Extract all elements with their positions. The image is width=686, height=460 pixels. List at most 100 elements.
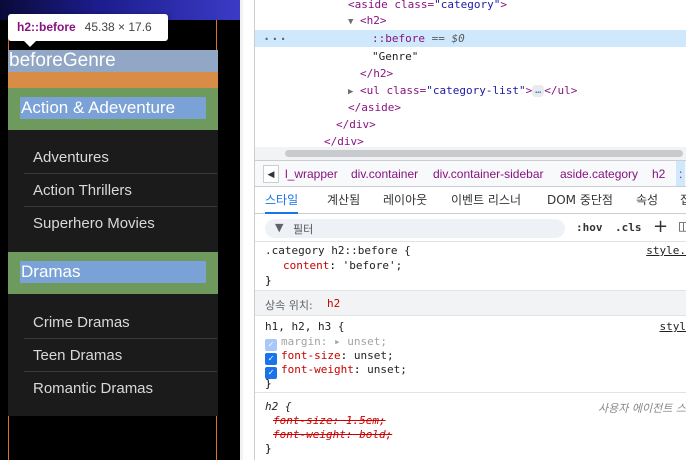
- rule-selector[interactable]: h1, h2, h3 {: [265, 320, 344, 334]
- breadcrumb-item-current[interactable]: :: [676, 161, 686, 186]
- rule-h2-user-agent: h2 { 사용자 에이전트 스 font-size: 1.5em; font-w…: [255, 400, 686, 460]
- chevron-left-icon[interactable]: ◀: [263, 165, 279, 183]
- dom-node-div-close[interactable]: </div>: [324, 133, 364, 147]
- more-options-icon[interactable]: ···: [263, 32, 288, 46]
- list-item[interactable]: Romantic Dramas: [24, 372, 217, 405]
- filter-icon: ▼: [275, 221, 284, 234]
- divider: [255, 392, 686, 393]
- category-heading-action[interactable]: Action & Adeventure: [8, 88, 218, 130]
- declaration-overridden: font-size: 1.5em;: [273, 414, 386, 428]
- property-name: margin: [281, 335, 321, 348]
- collapse-triangle-icon[interactable]: ▼: [348, 17, 353, 27]
- dom-attr-value: "category": [434, 0, 501, 11]
- styles-tab-bar: 스타일 계산됨 레이아웃 이벤트 리스너 DOM 중단점 속성 접: [255, 187, 686, 214]
- rule-h1-h2-h3: h1, h2, h3 { styl ✓ margin: ▸ unset; ✓ fon…: [255, 320, 686, 392]
- declaration-margin[interactable]: ✓ margin: ▸ unset;: [265, 335, 387, 351]
- inspect-tooltip: h2::before 45.38 × 17.6: [8, 14, 168, 47]
- rule-source-link[interactable]: styl: [660, 320, 686, 333]
- tooltip-arrow: [24, 41, 36, 47]
- expand-children-button[interactable]: …: [532, 85, 545, 97]
- dom-node-before-selected[interactable]: ::before == $0: [255, 30, 686, 47]
- scrollbar-thumb[interactable]: [285, 150, 683, 157]
- selector-text: h2 {: [265, 400, 292, 413]
- dom-node-aside-close[interactable]: </aside>: [348, 99, 401, 116]
- category-label: Action & Adeventure: [21, 98, 176, 117]
- dom-node-h2[interactable]: ▼ <h2>: [348, 12, 387, 29]
- breadcrumb-item[interactable]: div.container-sidebar: [433, 161, 544, 186]
- rule-source-link[interactable]: style.: [646, 244, 686, 257]
- rule-selector: h2 {: [265, 400, 292, 414]
- dom-attr-value: "category-list": [426, 84, 526, 97]
- category-label: Dramas: [21, 262, 81, 281]
- rule-close: }: [265, 274, 272, 287]
- dom-tree: <aside class="category"> ▼ <h2> ::before…: [255, 0, 686, 147]
- category-heading-dramas[interactable]: Dramas: [8, 252, 218, 294]
- tooltip-element-name: h2::before: [17, 20, 76, 34]
- user-agent-label: 사용자 에이전트 스: [598, 402, 686, 415]
- dom-tag-end: >: [500, 0, 507, 11]
- before-genre-text: beforeGenre: [9, 50, 116, 71]
- declaration-font-weight[interactable]: ✓ font-weight: unset;: [265, 363, 407, 379]
- property-value: unset;: [353, 349, 394, 362]
- dom-tag: <h2>: [360, 14, 387, 27]
- dom-tag: </aside>: [348, 101, 401, 114]
- dom-node-h2-close[interactable]: </h2>: [360, 65, 393, 82]
- tab-dom-breakpoints[interactable]: DOM 중단점: [547, 187, 613, 214]
- dom-tag: </ul>: [544, 84, 578, 97]
- dom-horizontal-scrollbar[interactable]: [255, 147, 686, 160]
- tab-accessibility[interactable]: 접: [680, 187, 686, 214]
- declaration-content[interactable]: content: 'before';: [283, 259, 402, 273]
- margin-highlight: [8, 72, 218, 88]
- breadcrumb-item[interactable]: l_wrapper: [285, 161, 338, 186]
- dom-node-ul[interactable]: ▶ <ul class="category-list">… </ul>: [348, 82, 577, 99]
- category-list-action: Adventures Action Thrillers Superhero Mo…: [24, 141, 217, 240]
- tab-properties[interactable]: 속성: [636, 187, 658, 214]
- expand-triangle-icon[interactable]: ▶: [348, 87, 353, 97]
- sidebar-toggle-icon[interactable]: ◫: [678, 219, 686, 233]
- tab-layout[interactable]: 레이아웃: [383, 187, 427, 214]
- property-name: font-weight: [281, 363, 354, 376]
- tab-styles[interactable]: 스타일: [265, 187, 299, 214]
- list-item[interactable]: Action Thrillers: [24, 174, 217, 207]
- list-item[interactable]: Crime Dramas: [24, 306, 217, 339]
- breadcrumb-item[interactable]: aside.category: [560, 161, 638, 186]
- property-name: content: [283, 259, 330, 272]
- tooltip-size: 45.38 × 17.6: [84, 20, 152, 34]
- breadcrumb-item[interactable]: div.container: [351, 161, 418, 186]
- list-item[interactable]: Adventures: [24, 141, 217, 174]
- selector-text: .category h2::before {: [265, 244, 411, 257]
- rule-close: }: [265, 442, 272, 455]
- new-rule-button[interactable]: +: [653, 216, 668, 237]
- property-name: font-size: [281, 349, 341, 362]
- dom-console-ref: == $0: [431, 32, 465, 45]
- declaration-font-size[interactable]: ✓ font-size: unset;: [265, 349, 394, 365]
- category-list-dramas: Crime Dramas Teen Dramas Romantic Dramas: [24, 306, 217, 405]
- list-item[interactable]: Teen Dramas: [24, 339, 217, 372]
- filter-placeholder: 필터: [293, 223, 314, 236]
- devtools-panel: <aside class="category"> ▼ <h2> ::before…: [255, 0, 686, 460]
- class-toggle-button[interactable]: .cls: [615, 221, 642, 234]
- selector-text: h1, h2, h3 {: [265, 320, 345, 333]
- dom-tag: </h2>: [360, 67, 394, 80]
- declaration-overridden: font-weight: bold;: [273, 428, 392, 442]
- inherited-tag-link[interactable]: h2: [327, 297, 340, 310]
- dom-tag: </div>: [336, 118, 376, 131]
- rule-selector[interactable]: .category h2::before {: [265, 244, 411, 258]
- rule-category-before: .category h2::before { style. content: '…: [255, 244, 686, 292]
- dom-node-div-close[interactable]: </div>: [336, 116, 376, 133]
- overridden-declaration: font-size: 1.5em;: [273, 414, 386, 427]
- breadcrumb: ◀ l_wrapper div.container div.container-…: [255, 160, 686, 187]
- dom-text-node[interactable]: "Genre": [372, 48, 418, 65]
- tab-computed[interactable]: 계산됨: [327, 187, 360, 214]
- overridden-declaration: font-weight: bold;: [273, 428, 393, 441]
- hover-state-button[interactable]: :hov: [576, 221, 603, 234]
- dom-pseudo: ::before: [372, 32, 425, 45]
- page-preview: beforeGenre Action & Adeventure Adventur…: [0, 0, 243, 460]
- inherited-from-header: 상속 위치: h2: [255, 291, 686, 316]
- breadcrumb-item[interactable]: h2: [652, 161, 665, 186]
- inherited-label: 상속 위치:: [265, 299, 313, 312]
- panel-splitter[interactable]: [243, 0, 255, 460]
- tab-event-listeners[interactable]: 이벤트 리스너: [451, 187, 521, 214]
- dom-text: "Genre": [372, 50, 419, 63]
- list-item[interactable]: Superhero Movies: [24, 207, 217, 240]
